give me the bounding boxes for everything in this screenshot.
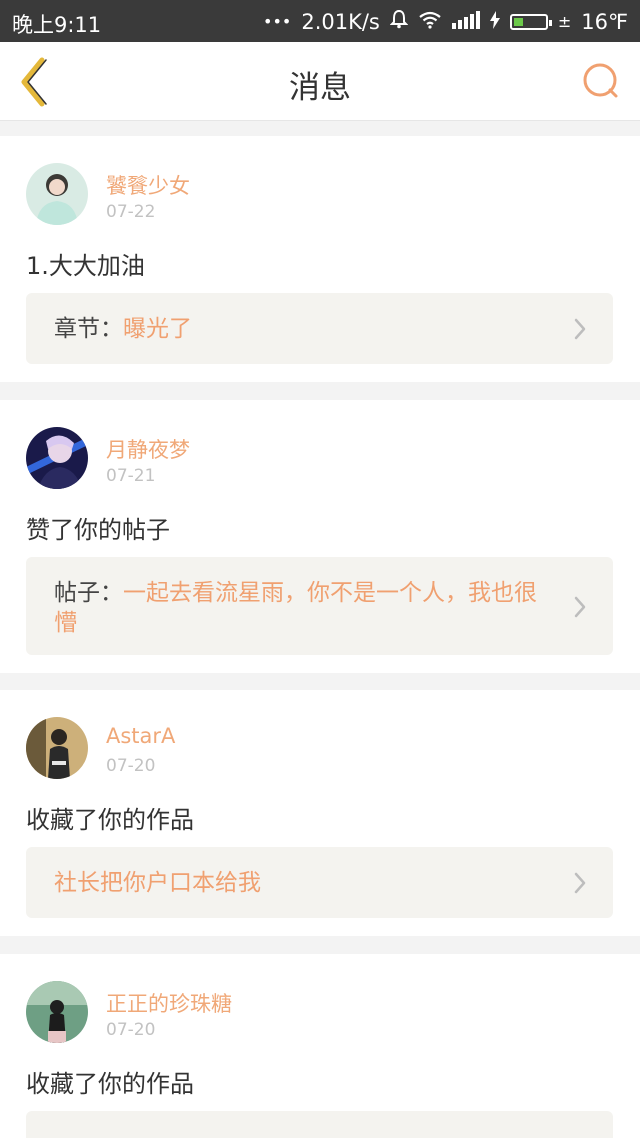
message-content: 收藏了你的作品: [26, 806, 194, 834]
status-time: 晚上9:11: [12, 13, 102, 37]
network-speed: 2.01K/s: [301, 9, 380, 34]
reference-title: 曝光了: [123, 316, 192, 342]
reference-label: 章节：: [54, 316, 123, 342]
message-content: 1.大大加油: [26, 252, 145, 280]
avatar[interactable]: [26, 163, 88, 225]
more-dots-icon: •••: [263, 12, 292, 31]
avatar[interactable]: [26, 427, 88, 489]
alarm-icon: [389, 9, 409, 34]
message-date: 07-20: [106, 1020, 156, 1040]
status-right: ••• 2.01K/s ± 16℉: [263, 9, 628, 34]
message-card[interactable]: 正正的珍珠糖 07-20 收藏了你的作品: [0, 954, 640, 1138]
avatar[interactable]: [26, 717, 88, 779]
header-bar: 消息: [0, 42, 640, 121]
reference-title: 一起去看流星雨，你不是一个人，我也很懵: [54, 580, 537, 636]
temperature: 16℉: [581, 9, 628, 34]
battery-level: [513, 17, 523, 26]
message-date: 07-22: [106, 202, 156, 222]
chevron-right-icon: [574, 872, 586, 894]
charging-sign: ±: [557, 12, 572, 31]
username[interactable]: 月静夜梦: [106, 434, 190, 464]
reference-box[interactable]: 章节：曝光了: [26, 293, 613, 364]
status-bar: 晚上9:11 ••• 2.01K/s ± 16℉: [0, 0, 640, 42]
username[interactable]: 正正的珍珠糖: [106, 988, 232, 1018]
search-icon: [583, 63, 618, 98]
chevron-right-icon: [574, 318, 586, 340]
wifi-icon: [418, 10, 442, 34]
message-content: 赞了你的帖子: [26, 516, 170, 544]
username[interactable]: AstarA: [106, 724, 175, 748]
signal-icon: [451, 10, 480, 34]
battery-icon: [509, 13, 552, 30]
reference-label: 帖子：: [54, 580, 123, 606]
message-card[interactable]: AstarA 07-20 收藏了你的作品 社长把你户口本给我: [0, 690, 640, 936]
page-title: 消息: [289, 70, 351, 106]
message-date: 07-20: [106, 756, 156, 776]
username[interactable]: 饕餮少女: [106, 170, 190, 200]
reference-box[interactable]: [26, 1111, 613, 1138]
message-content: 收藏了你的作品: [26, 1070, 194, 1098]
message-card[interactable]: 饕餮少女 07-22 1.大大加油 章节：曝光了: [0, 136, 640, 382]
chevron-right-icon: [574, 596, 586, 618]
reference-title: 社长把你户口本给我: [54, 870, 261, 896]
reference-box[interactable]: 帖子：一起去看流星雨，你不是一个人，我也很懵: [26, 557, 613, 655]
charging-bolt-icon: [489, 10, 500, 34]
search-button[interactable]: [576, 56, 626, 106]
avatar[interactable]: [26, 981, 88, 1043]
reference-box[interactable]: 社长把你户口本给我: [26, 847, 613, 918]
message-date: 07-21: [106, 466, 156, 486]
message-card[interactable]: 月静夜梦 07-21 赞了你的帖子 帖子：一起去看流星雨，你不是一个人，我也很懵: [0, 400, 640, 673]
